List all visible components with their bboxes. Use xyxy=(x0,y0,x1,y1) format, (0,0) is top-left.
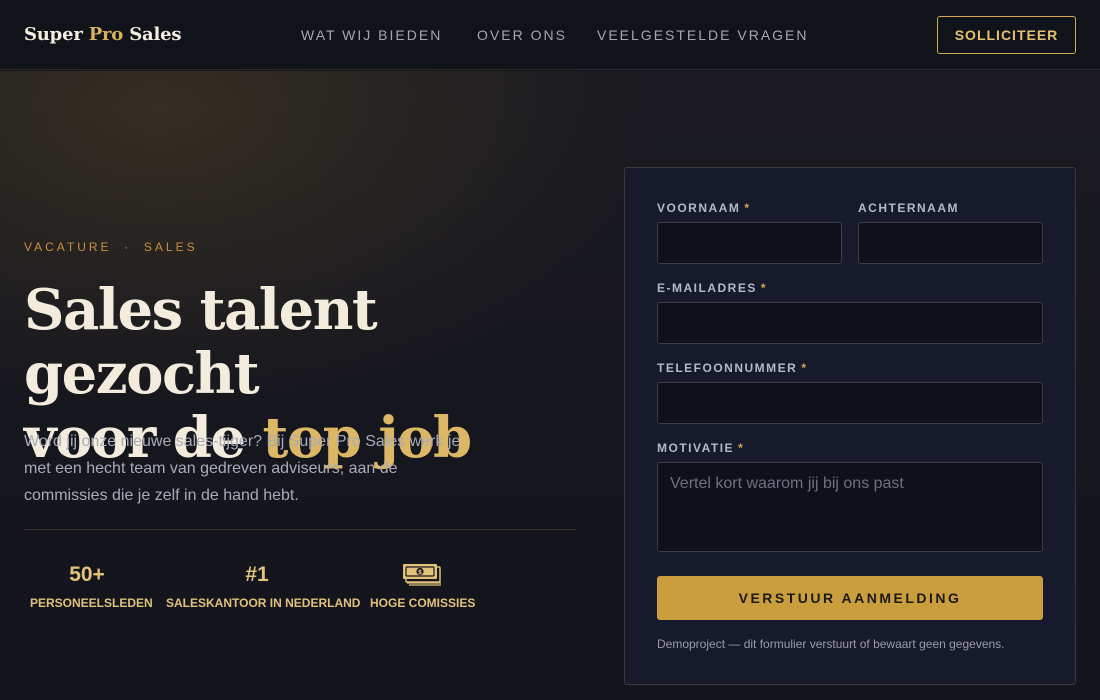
money-icon: $ xyxy=(402,562,442,588)
application-form: VOORNAAM * ACHTERNAAM E-MAILADRES * TELEFO… xyxy=(624,167,1076,685)
intro-paragraph: Word jij onze nieuwe sales-tijger? Bij S… xyxy=(24,433,461,504)
stat-label: HOGE COMISSIES xyxy=(370,596,476,610)
nav-link-faq[interactable]: VEELGESTELDE VRAGEN xyxy=(597,27,809,43)
stat-label: PERSONEELSLEDEN xyxy=(30,596,153,610)
nav-link-wat-wij-bieden[interactable]: WAT WIJ BIEDEN xyxy=(301,27,442,43)
required-marker: * xyxy=(744,201,751,215)
first-name-field[interactable] xyxy=(657,222,842,264)
email-field[interactable] xyxy=(657,302,1043,344)
motivation-label-text: MOTIVATIE xyxy=(657,441,735,455)
phone-label-text: TELEFOONNUMMER xyxy=(657,361,798,375)
last-name-label: ACHTERNAAM xyxy=(858,201,959,215)
stat-label: SALESKANTOOR IN NEDERLAND xyxy=(166,596,361,610)
first-name-label: VOORNAAM * xyxy=(657,201,751,215)
motivation-textarea[interactable] xyxy=(657,462,1043,552)
site-header: Super Pro Sales WAT WIJ BIEDEN OVER ONS … xyxy=(0,0,1100,70)
form-disclaimer: Demoproject — dit formulier verstuurt of… xyxy=(657,637,1005,651)
svg-text:$: $ xyxy=(418,569,422,576)
divider xyxy=(24,529,576,530)
last-name-label-text: ACHTERNAAM xyxy=(858,201,959,215)
stat-commissions: $ HOGE COMISSIES xyxy=(370,562,476,610)
stat-value: #1 xyxy=(245,563,269,586)
required-marker: * xyxy=(801,361,808,375)
stat-icon-wrap: $ xyxy=(370,562,474,588)
apply-button[interactable]: SOLLICITEER xyxy=(937,16,1076,54)
stat-rank: #1 SALESKANTOOR IN NEDERLAND xyxy=(166,562,361,610)
first-name-label-text: VOORNAAM xyxy=(657,201,741,215)
headline-line1: Sales talent gezocht xyxy=(24,277,378,407)
email-label-text: E-MAILADRES xyxy=(657,281,757,295)
email-label: E-MAILADRES * xyxy=(657,281,767,295)
phone-label: TELEFOONNUMMER * xyxy=(657,361,808,375)
required-marker: * xyxy=(760,281,768,295)
submit-button[interactable]: VERSTUUR AANMELDING xyxy=(657,576,1043,620)
stat-value: 50+ xyxy=(69,563,105,586)
motivation-label: MOTIVATIE * xyxy=(657,441,744,455)
stat-employees: 50+ PERSONEELSLEDEN xyxy=(30,562,153,610)
required-marker: * xyxy=(738,441,745,455)
eyebrow-label: VACATURE · SALES xyxy=(24,240,198,254)
last-name-field[interactable] xyxy=(858,222,1043,264)
main-nav: WAT WIJ BIEDEN OVER ONS VEELGESTELDE VRA… xyxy=(0,27,1100,47)
phone-field[interactable] xyxy=(657,382,1043,424)
nav-link-over-ons[interactable]: OVER ONS xyxy=(477,27,567,43)
